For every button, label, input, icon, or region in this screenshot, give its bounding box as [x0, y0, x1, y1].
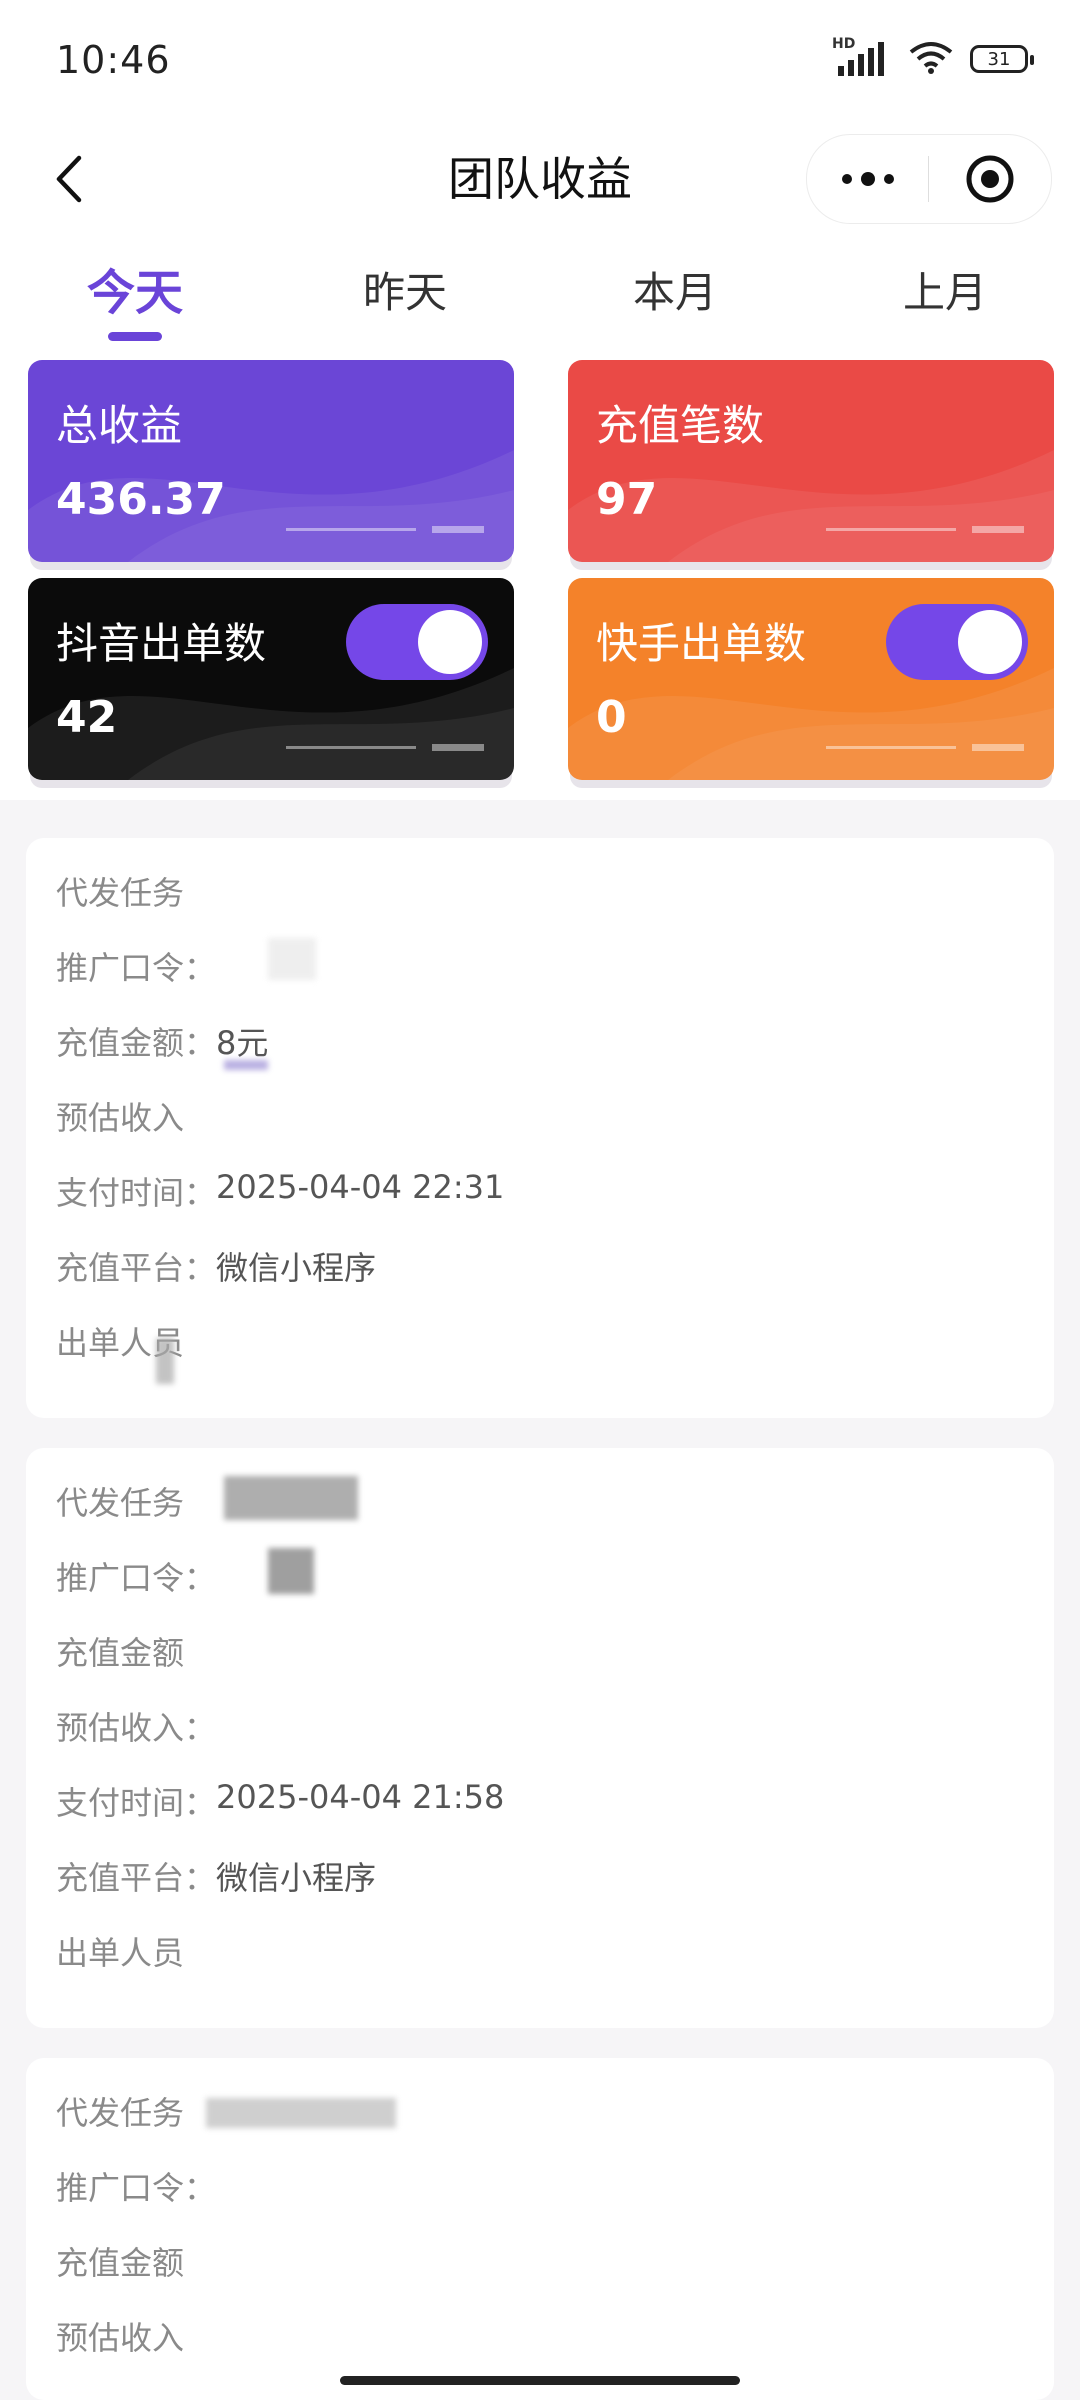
record-row-amount: 充值金额: [56, 1628, 184, 1674]
record-row-code: 推广口令：: [56, 943, 216, 989]
promo-code-label: 推广口令：: [56, 2169, 217, 2207]
stat-value: 97: [596, 474, 658, 525]
redacted-area: [224, 1476, 358, 1520]
tab-last-month[interactable]: 上月: [845, 258, 1045, 328]
toggle-knob: [418, 610, 482, 674]
stat-card-douyin-orders[interactable]: 抖音出单数 42: [28, 578, 514, 780]
stat-card-total-income[interactable]: 总收益 436.37: [28, 360, 514, 562]
status-time: 10:46: [56, 38, 171, 82]
task-label: 代发任务: [56, 1484, 185, 1522]
close-miniprogram-button[interactable]: [929, 135, 1050, 223]
pay-time-value: 2025-04-04 21:58: [216, 1778, 505, 1816]
stat-card-kuaishou-orders[interactable]: 快手出单数 0: [568, 578, 1054, 780]
target-circle-icon: [966, 155, 1013, 203]
redacted-area: [224, 1060, 268, 1070]
amount-label: 充值金额: [56, 1634, 185, 1672]
stat-value: 42: [56, 692, 118, 743]
record-row-task: 代发任务: [56, 868, 184, 914]
stat-card-recharge-count[interactable]: 充值笔数 97: [568, 360, 1054, 562]
home-indicator: [340, 2376, 740, 2385]
order-record-card[interactable]: 代发任务 推广口令： 充值金额 预估收入： 支付时间： 2025-04-04 2…: [26, 1448, 1054, 2028]
redacted-area: [206, 2098, 396, 2128]
stat-label: 总收益: [56, 401, 183, 450]
pay-time-value: 2025-04-04 22:31: [216, 1168, 505, 1206]
signal-icon: HD: [832, 36, 892, 76]
amount-value: 8元: [216, 1024, 269, 1062]
stat-value: 436.37: [56, 474, 226, 525]
wifi-icon: [908, 40, 954, 78]
redacted-area: [156, 1338, 174, 1384]
pay-time-label: 支付时间：: [56, 1784, 217, 1822]
wave-decoration: [568, 450, 1054, 562]
pay-time-label: 支付时间：: [56, 1174, 217, 1212]
platform-value: 微信小程序: [216, 1249, 377, 1287]
period-tabs: 今天 昨天 本月 上月: [0, 250, 1080, 360]
status-icons: HD 31: [832, 36, 1034, 78]
stat-label: 快手出单数: [596, 619, 807, 668]
income-label: 预估收入: [56, 2319, 185, 2357]
platform-value: 微信小程序: [216, 1859, 377, 1897]
record-row-platform: 充值平台： 微信小程序: [56, 1243, 376, 1289]
task-label: 代发任务: [56, 2094, 185, 2132]
mini-program-capsule: [806, 134, 1052, 224]
income-label: 预估收入：: [56, 1709, 217, 1747]
stat-label: 充值笔数: [596, 401, 765, 450]
tab-today[interactable]: 今天: [35, 258, 235, 328]
wave-decoration: [28, 450, 514, 562]
record-row-amount: 充值金额： 8元: [56, 1018, 268, 1064]
battery-icon: 31: [970, 45, 1034, 73]
record-row-task: 代发任务: [56, 2088, 184, 2134]
record-row-platform: 充值平台： 微信小程序: [56, 1853, 376, 1899]
more-button[interactable]: [807, 135, 928, 223]
amount-label: 充值金额: [56, 2244, 185, 2282]
income-label: 预估收入: [56, 1099, 185, 1137]
platform-label: 充值平台：: [56, 1859, 217, 1897]
record-row-person: 出单人员: [56, 1928, 184, 1974]
tab-this-month[interactable]: 本月: [575, 258, 775, 328]
record-row-pay-time: 支付时间： 2025-04-04 21:58: [56, 1778, 504, 1824]
stat-label: 抖音出单数: [56, 619, 267, 668]
redacted-area: [268, 1548, 314, 1594]
redacted-area: [268, 938, 316, 980]
kuaishou-toggle-switch[interactable]: [886, 604, 1028, 680]
toggle-knob: [958, 610, 1022, 674]
amount-label: 充值金额：: [56, 1024, 217, 1062]
stats-area: 总收益 436.37 充值笔数 97 抖音出单数 42 快手出单数 0: [0, 360, 1080, 800]
network-type-label: HD: [832, 36, 856, 52]
status-bar: 10:46 HD 31: [0, 0, 1080, 120]
platform-label: 充值平台：: [56, 1249, 217, 1287]
task-label: 代发任务: [56, 874, 185, 912]
douyin-toggle-switch[interactable]: [346, 604, 488, 680]
order-record-card[interactable]: 代发任务 推广口令： 充值金额： 8元 预估收入 支付时间： 2025-04-0…: [26, 838, 1054, 1418]
record-row-pay-time: 支付时间： 2025-04-04 22:31: [56, 1168, 504, 1214]
record-row-code: 推广口令：: [56, 2163, 216, 2209]
record-row-amount: 充值金额: [56, 2238, 184, 2284]
tab-active-indicator: [108, 332, 162, 341]
promo-code-label: 推广口令：: [56, 949, 217, 987]
record-row-task: 代发任务: [56, 1478, 184, 1524]
promo-code-label: 推广口令：: [56, 1559, 217, 1597]
record-row-income: 预估收入: [56, 1093, 184, 1139]
order-person-label: 出单人员: [56, 1934, 185, 1972]
order-record-card[interactable]: 代发任务 推广口令： 充值金额 预估收入: [26, 2058, 1054, 2400]
record-row-income: 预估收入: [56, 2313, 184, 2359]
record-row-code: 推广口令：: [56, 1553, 216, 1599]
nav-bar: 团队收益: [0, 120, 1080, 250]
more-dots-icon: [841, 172, 894, 186]
battery-level: 31: [987, 48, 1011, 70]
stat-value: 0: [596, 692, 627, 743]
tab-yesterday[interactable]: 昨天: [305, 258, 505, 328]
record-row-income: 预估收入：: [56, 1703, 216, 1749]
